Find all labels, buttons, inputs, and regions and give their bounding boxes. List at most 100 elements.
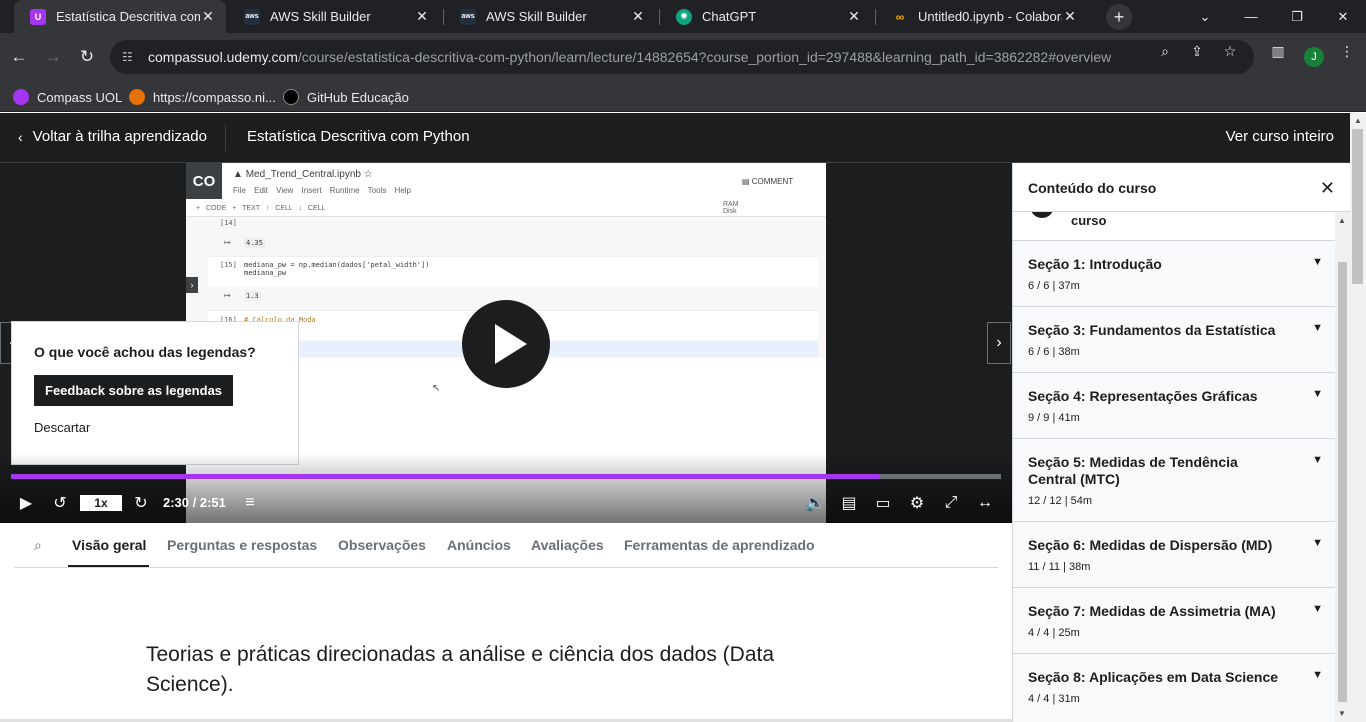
minimize-window-button[interactable]: — (1228, 0, 1274, 33)
chevron-down-icon: ▼ (1312, 454, 1323, 466)
browser-tab-udemy[interactable]: U Estatística Descritiva com Py ✕ (14, 0, 226, 33)
restore-window-button[interactable]: ❐ (1274, 0, 1320, 33)
progress-bar[interactable] (11, 474, 1001, 479)
sidebar-scrollbar[interactable]: ▲ ▼ (1335, 212, 1350, 722)
tab-title: Estatística Descritiva com Py (56, 9, 200, 24)
tab-title: ChatGPT (702, 9, 757, 24)
section-5[interactable]: Seção 5: Medidas de Tendência Central (M… (1013, 439, 1335, 522)
tab-announcements[interactable]: Anúncios (447, 537, 511, 553)
page-scroll-thumb[interactable] (1352, 129, 1363, 284)
forward-arrow-icon[interactable]: → (41, 45, 65, 69)
url-text[interactable]: compassuol.udemy.com/course/estatistica-… (148, 49, 1111, 65)
transcript-icon[interactable]: ▤ (838, 492, 860, 514)
tab-overview[interactable]: Visão geral (72, 537, 146, 553)
fullscreen-icon[interactable]: ⤢ (940, 492, 962, 514)
menu-kebab-icon[interactable]: ⋮ (1338, 42, 1356, 60)
chevron-down-icon: ▼ (1312, 322, 1323, 334)
volume-icon[interactable]: 🔈 (804, 492, 826, 514)
colab-header: CO ▲ Med_Trend_Central.ipynb ☆ File Edit… (186, 163, 826, 217)
colab-logo: CO (186, 163, 222, 199)
bookmark-star-icon[interactable]: ☆ (1221, 42, 1239, 60)
profile-avatar[interactable]: J (1304, 47, 1324, 67)
scroll-up-icon[interactable]: ▲ (1338, 216, 1346, 225)
tab-title: AWS Skill Builder (486, 9, 587, 24)
aws-favicon-icon: aws (244, 8, 260, 25)
tab-reviews[interactable]: Avaliações (531, 537, 604, 553)
add-note-icon[interactable]: ≡ (239, 492, 261, 514)
tab-learning-tools[interactable]: Ferramentas de aprendizado (624, 537, 815, 553)
search-icon[interactable]: ⌕ (34, 537, 42, 554)
caption-feedback-popup: O que você achou das legendas? Feedback … (11, 321, 299, 465)
address-toolbar: ← → ↻ ☷ compassuol.udemy.com/course/esta… (0, 33, 1366, 81)
section-3[interactable]: Seção 3: Fundamentos da Estatística 6 / … (1013, 307, 1335, 373)
tab-questions[interactable]: Perguntas e respostas (167, 537, 317, 553)
side-panel-icon[interactable]: ▥ (1269, 42, 1287, 60)
forward-icon[interactable]: ↻ (130, 492, 152, 514)
share-icon[interactable]: ⇪ (1188, 42, 1206, 60)
close-tab-icon[interactable]: ✕ (414, 8, 430, 25)
close-tab-icon[interactable]: ✕ (1062, 8, 1078, 25)
play-icon[interactable]: ▶ (16, 492, 36, 514)
bookmark-label: Compass UOL (37, 89, 123, 105)
next-lecture-chevron-icon[interactable]: › (987, 322, 1011, 364)
section-4[interactable]: Seção 4: Representações Gráficas 9 / 9 |… (1013, 373, 1335, 439)
settings-gear-icon[interactable]: ⚙ (906, 492, 928, 514)
section-1[interactable]: Seção 1: Introdução 6 / 6 | 37m ▼ (1013, 241, 1335, 307)
close-window-button[interactable]: ✕ (1320, 0, 1366, 33)
sidebar-scroll-thumb[interactable] (1338, 262, 1347, 702)
browser-tab-aws-2[interactable]: aws AWS Skill Builder ✕ (444, 0, 656, 33)
section-title: Seção 3: Fundamentos da Estatística (1028, 322, 1276, 338)
caption-feedback-button[interactable]: Feedback sobre as legendas (34, 375, 234, 406)
captions-icon[interactable]: ▭ (872, 492, 894, 514)
output-icon: ↦ (224, 291, 231, 300)
browser-tab-aws-1[interactable]: aws AWS Skill Builder ✕ (228, 0, 440, 33)
section-title: Seção 5: Medidas de Tendência Central (M… (1028, 454, 1238, 487)
page-scrollbar[interactable]: ▲ (1350, 113, 1366, 722)
cursor-icon: ↖ (432, 383, 441, 394)
course-description: Teorias e práticas direcionadas a anális… (146, 643, 775, 696)
bookmark-compass[interactable]: Compass UOL (13, 86, 122, 108)
back-arrow-icon[interactable]: ← (7, 45, 31, 69)
tab-search-chevron-down-icon[interactable]: ⌄ (1182, 0, 1228, 33)
expand-icon[interactable]: ↔ (974, 492, 996, 514)
feedback-question: O que você achou das legendas? (34, 344, 256, 360)
site-info-icon[interactable]: ☷ (122, 50, 138, 64)
bookmark-compasso[interactable]: https://compasso.ni... (129, 86, 276, 108)
full-course-link[interactable]: Ver curso inteiro (1226, 128, 1334, 145)
section-8[interactable]: Seção 8: Aplicações em Data Science 4 / … (1013, 654, 1335, 722)
playback-speed-button[interactable]: 1x (80, 495, 122, 511)
zoom-search-icon[interactable]: ⌕ (1156, 42, 1174, 60)
url-bar[interactable]: ☷ compassuol.udemy.com/course/estatistic… (110, 40, 1254, 74)
sidebar-partial-item[interactable]: curso (1013, 194, 1335, 241)
reload-icon[interactable]: ↻ (75, 45, 99, 69)
back-to-path-link[interactable]: ‹ Voltar à trilha aprendizado (18, 128, 207, 145)
close-icon[interactable]: ✕ (1320, 178, 1335, 199)
browser-tab-chatgpt[interactable]: ✺ ChatGPT ✕ (660, 0, 872, 33)
close-tab-icon[interactable]: ✕ (200, 8, 216, 25)
rewind-icon[interactable]: ↺ (49, 492, 71, 514)
lecture-tabs: ⌕ Visão geral Perguntas e respostas Obse… (14, 523, 998, 568)
bookmarks-bar: Compass UOL https://compasso.ni... GitHu… (0, 81, 1366, 112)
close-tab-icon[interactable]: ✕ (630, 8, 646, 25)
scroll-up-icon[interactable]: ▲ (1354, 116, 1362, 125)
scroll-down-icon[interactable]: ▼ (1338, 709, 1346, 718)
chevron-down-icon: ▼ (1312, 388, 1323, 400)
close-tab-icon[interactable]: ✕ (846, 8, 862, 25)
video-player[interactable]: CO ▲ Med_Trend_Central.ipynb ☆ File Edit… (0, 163, 1012, 523)
tab-notes[interactable]: Observações (338, 537, 426, 553)
new-tab-button[interactable]: + (1106, 4, 1132, 30)
bookmark-github[interactable]: GitHub Educação (283, 86, 409, 108)
play-big-icon[interactable] (462, 300, 550, 388)
section-meta: 9 / 9 | 41m (1028, 412, 1080, 424)
firefox-bookmark-icon (129, 89, 145, 105)
section-meta: 6 / 6 | 37m (1028, 280, 1080, 292)
github-bookmark-icon (283, 89, 299, 105)
browser-tab-colab[interactable]: ∞ Untitled0.ipynb - Colaborat ✕ (876, 0, 1088, 33)
udemy-favicon-icon: U (30, 8, 46, 25)
section-6[interactable]: Seção 6: Medidas de Dispersão (MD) 11 / … (1013, 522, 1335, 588)
progress-fill (11, 474, 880, 479)
dismiss-button[interactable]: Descartar (34, 420, 90, 435)
chevron-down-icon: ▼ (1312, 537, 1323, 549)
colab-ram-disk: RAM Disk (723, 201, 739, 215)
section-7[interactable]: Seção 7: Medidas de Assimetria (MA) 4 / … (1013, 588, 1335, 654)
